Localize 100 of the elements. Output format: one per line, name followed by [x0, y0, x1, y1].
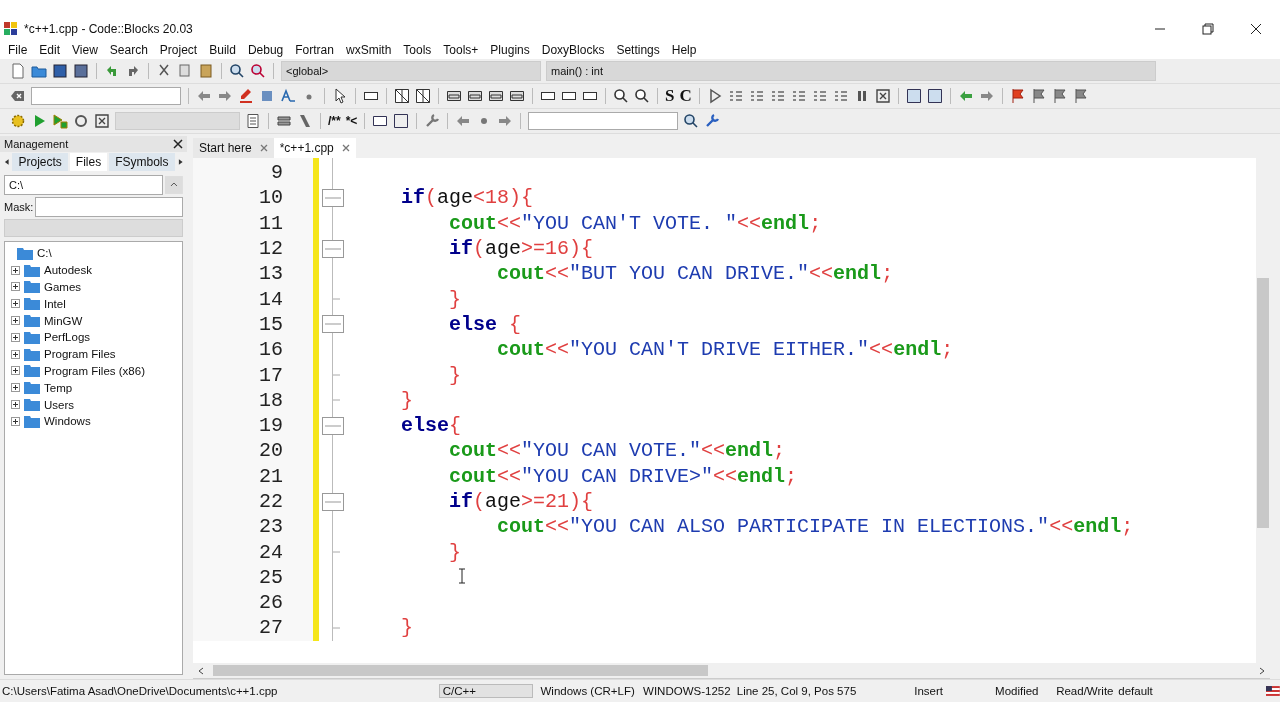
menu-item[interactable]: Tools — [397, 42, 438, 57]
flag-icon[interactable] — [1030, 88, 1047, 104]
step-icon[interactable] — [790, 88, 807, 104]
tree-item[interactable]: Program Files (x86) — [44, 364, 145, 377]
comment-button[interactable]: *< — [345, 114, 358, 128]
block-icon[interactable] — [372, 113, 389, 129]
tree-item[interactable]: MinGW — [44, 314, 83, 327]
abort-icon[interactable] — [94, 113, 110, 129]
rebuild-icon[interactable] — [73, 113, 89, 129]
menu-item[interactable]: Fortran — [289, 42, 340, 57]
expand-icon[interactable] — [11, 400, 20, 410]
panel-icon[interactable] — [394, 88, 410, 104]
editor-tab[interactable]: *c++1.cpp — [273, 138, 356, 158]
flag-icon[interactable] — [1009, 88, 1026, 104]
doc-icon[interactable] — [245, 113, 261, 129]
paste-icon[interactable] — [198, 63, 214, 79]
menu-item[interactable]: Build — [203, 42, 242, 57]
expand-icon[interactable] — [11, 416, 20, 426]
scroll-left-icon[interactable] — [197, 666, 205, 675]
stop-icon[interactable] — [874, 88, 891, 104]
tree-item[interactable]: Windows — [44, 415, 91, 428]
tree-item[interactable]: Users — [44, 398, 75, 411]
wrench-icon[interactable] — [424, 113, 441, 129]
panel-icon[interactable] — [415, 88, 431, 104]
info-icon[interactable] — [926, 88, 943, 104]
tool-icon[interactable] — [297, 113, 313, 129]
style-button[interactable]: S — [665, 86, 675, 106]
menu-item[interactable]: Project — [153, 42, 204, 57]
bar-icon[interactable] — [488, 88, 504, 104]
text-icon[interactable] — [280, 88, 296, 104]
menu-item[interactable]: wxSmith — [339, 42, 398, 57]
flag-icon[interactable] — [1072, 88, 1089, 104]
next-arrow-icon[interactable] — [978, 88, 995, 104]
panel-tab[interactable]: Projects — [12, 153, 68, 171]
flag-icon[interactable] — [1051, 88, 1068, 104]
save-icon[interactable] — [52, 63, 68, 79]
stack-icon[interactable] — [276, 113, 292, 129]
panel-tab[interactable]: FSymbols — [109, 153, 175, 171]
fold-icon[interactable] — [322, 416, 344, 435]
fold-icon[interactable] — [322, 315, 344, 334]
comment-button[interactable]: /** — [328, 114, 341, 128]
step-icon[interactable] — [832, 88, 849, 104]
tree-item[interactable]: Autodesk — [44, 264, 92, 277]
bar-icon[interactable] — [509, 88, 525, 104]
menu-item[interactable]: Search — [103, 42, 154, 57]
fold-icon[interactable] — [322, 239, 344, 258]
zoom-out-icon[interactable] — [634, 88, 650, 104]
tree-item[interactable]: PerfLogs — [44, 331, 91, 344]
menu-item[interactable]: Plugins — [484, 42, 536, 57]
panel-tab[interactable]: Files — [69, 153, 108, 171]
tree-item[interactable]: C:\ — [37, 247, 52, 260]
expand-icon[interactable] — [11, 299, 20, 309]
fold-icon[interactable] — [322, 492, 344, 511]
menu-item[interactable]: Help — [665, 42, 703, 57]
jump-icon[interactable] — [497, 113, 514, 129]
tree-item[interactable]: Temp — [44, 381, 73, 394]
save-all-icon[interactable] — [73, 63, 89, 79]
menu-item[interactable]: Edit — [33, 42, 67, 57]
fold-icon[interactable] — [322, 188, 344, 207]
bar-icon[interactable] — [446, 88, 462, 104]
restore-icon[interactable] — [1202, 23, 1214, 35]
menu-item[interactable]: View — [66, 42, 104, 57]
scroll-right-icon[interactable] — [1258, 666, 1266, 675]
tree-item[interactable]: Intel — [44, 297, 66, 310]
tree-item[interactable]: Program Files — [44, 348, 116, 361]
replace-icon[interactable] — [250, 63, 266, 79]
expand-icon[interactable] — [11, 383, 20, 393]
expand-icon[interactable] — [11, 349, 20, 359]
close-icon[interactable] — [1250, 23, 1262, 35]
help-icon[interactable] — [393, 113, 410, 129]
open-folder-icon[interactable] — [31, 63, 47, 79]
step-icon[interactable] — [769, 88, 786, 104]
forward-icon[interactable] — [217, 88, 233, 104]
expand-icon[interactable] — [11, 366, 20, 376]
menu-item[interactable]: Debug — [241, 42, 290, 57]
gear-icon[interactable] — [10, 113, 26, 129]
zoom-in-icon[interactable] — [613, 88, 629, 104]
highlight-icon[interactable] — [238, 88, 254, 104]
menu-item[interactable]: Settings — [610, 42, 666, 57]
expand-icon[interactable] — [11, 282, 20, 292]
pointer-icon[interactable] — [332, 88, 348, 104]
scope-dropdown[interactable]: <global> — [281, 61, 541, 81]
search-icon[interactable] — [229, 63, 245, 79]
format-icon[interactable] — [259, 88, 275, 104]
menu-item[interactable]: File — [2, 42, 34, 57]
step-icon[interactable] — [748, 88, 765, 104]
build-run-icon[interactable] — [52, 113, 68, 129]
step-icon[interactable] — [727, 88, 744, 104]
window-icon[interactable] — [905, 88, 922, 104]
function-dropdown[interactable]: main() : int — [546, 61, 1156, 81]
expand-icon[interactable] — [11, 316, 20, 326]
close-icon[interactable] — [173, 139, 183, 149]
new-file-icon[interactable] — [10, 63, 26, 79]
style-button[interactable]: C — [679, 86, 692, 106]
menu-item[interactable]: DoxyBlocks — [535, 42, 611, 57]
step-icon[interactable] — [811, 88, 828, 104]
wrench-icon[interactable] — [704, 113, 721, 129]
search-icon[interactable] — [683, 113, 700, 129]
clear-icon[interactable] — [10, 88, 26, 104]
path-dropdown[interactable]: C:\ — [4, 175, 164, 195]
